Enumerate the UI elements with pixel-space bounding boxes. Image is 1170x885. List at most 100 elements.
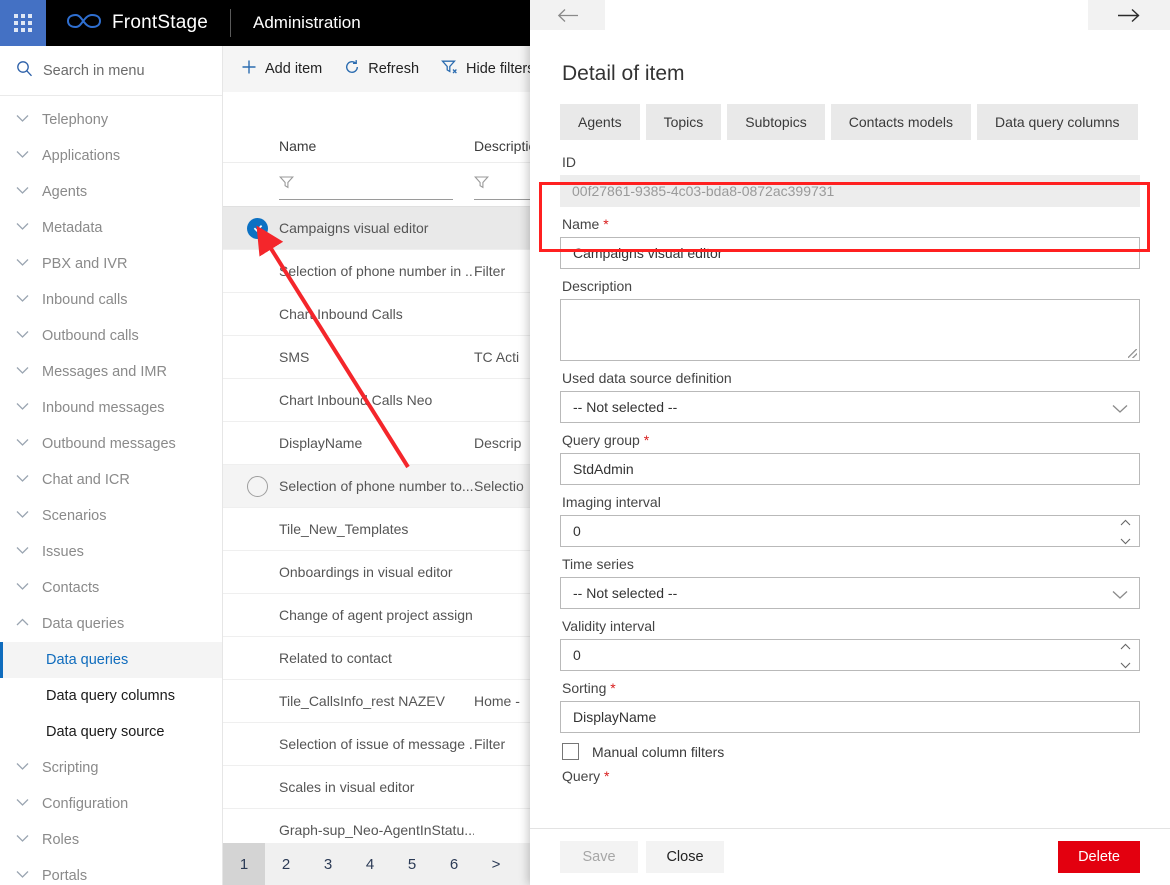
table-row[interactable]: Scales in visual editor — [223, 765, 530, 808]
sidebar-item-outbound-calls[interactable]: Outbound calls — [0, 318, 222, 354]
page-button-5[interactable]: 5 — [391, 843, 433, 885]
table-row[interactable]: SMS TC Acti — [223, 335, 530, 378]
page-button-3[interactable]: 3 — [307, 843, 349, 885]
stepper-arrows-icon[interactable] — [1120, 519, 1131, 545]
search-placeholder: Search in menu — [43, 62, 145, 79]
sidebar-item-label: Chat and ICR — [42, 472, 130, 488]
filter-input-name[interactable] — [278, 170, 453, 200]
table-row[interactable]: Change of agent project assign — [223, 593, 530, 636]
field-label-imaging-interval: Imaging interval — [562, 494, 661, 510]
tab-agents[interactable]: Agents — [560, 104, 640, 140]
chevron-down-icon — [16, 760, 29, 777]
page-button-2[interactable]: 2 — [265, 843, 307, 885]
imaging-interval-stepper[interactable]: 0 — [560, 515, 1140, 547]
refresh-button[interactable]: Refresh — [344, 59, 419, 79]
name-input[interactable]: Campaigns visual editor — [560, 237, 1140, 269]
sidebar-item-inbound-messages[interactable]: Inbound messages — [0, 390, 222, 426]
table-row[interactable]: Related to contact — [223, 636, 530, 679]
field-name-group: Name * Campaigns visual editor — [560, 216, 1140, 269]
brand[interactable]: FrontStage — [46, 0, 230, 46]
sidebar-item-applications[interactable]: Applications — [0, 138, 222, 174]
arrow-left-icon[interactable] — [530, 0, 605, 30]
description-textarea[interactable] — [560, 299, 1140, 361]
field-datasource-group: Used data source definition -- Not selec… — [560, 370, 1140, 423]
chevron-down-icon — [16, 868, 29, 885]
time-series-select[interactable]: -- Not selected -- — [560, 577, 1140, 609]
sidebar-subitem-data-query-source[interactable]: Data query source — [0, 714, 222, 750]
save-button[interactable]: Save — [560, 841, 638, 873]
table-row[interactable]: Onboardings in visual editor — [223, 550, 530, 593]
table-row[interactable]: Campaigns visual editor — [223, 206, 530, 249]
field-label-query: Query * — [562, 768, 610, 784]
checkbox-box[interactable] — [562, 743, 579, 760]
tab-topics[interactable]: Topics — [645, 104, 722, 140]
field-querygroup-group: Query group * StdAdmin — [560, 432, 1140, 485]
sidebar-item-inbound-calls[interactable]: Inbound calls — [0, 282, 222, 318]
sidebar-subitem-data-query-columns[interactable]: Data query columns — [0, 678, 222, 714]
validity-interval-stepper[interactable]: 0 — [560, 639, 1140, 671]
row-checkbox[interactable] — [247, 475, 268, 497]
sidebar-item-outbound-messages[interactable]: Outbound messages — [0, 426, 222, 462]
field-timeseries-group: Time series -- Not selected -- — [560, 556, 1140, 609]
page-button-6[interactable]: 6 — [433, 843, 475, 885]
filter-icon[interactable] — [473, 175, 490, 194]
query-group-input[interactable]: StdAdmin — [560, 453, 1140, 485]
detail-title: Detail of item — [562, 62, 685, 85]
manual-column-filters-checkbox[interactable]: Manual column filters — [562, 743, 1140, 760]
table-row[interactable]: Tile_New_Templates — [223, 507, 530, 550]
imaging-interval-value: 0 — [573, 523, 581, 539]
table-row[interactable]: Chart Inbound Calls — [223, 292, 530, 335]
sidebar-item-portals[interactable]: Portals — [0, 858, 222, 885]
page-button-4[interactable]: 4 — [349, 843, 391, 885]
detail-panel: Detail of item Agents Topics Subtopics Cont… — [530, 0, 1170, 885]
table-row[interactable]: Chart Inbound Calls Neo — [223, 378, 530, 421]
sidebar-item-agents[interactable]: Agents — [0, 174, 222, 210]
search-input[interactable]: Search in menu — [0, 46, 222, 96]
delete-button[interactable]: Delete — [1058, 841, 1140, 873]
cell-name: DisplayName — [279, 435, 363, 451]
sidebar-item-label: Contacts — [42, 580, 100, 596]
sidebar-item-issues[interactable]: Issues — [0, 534, 222, 570]
add-item-button[interactable]: Add item — [241, 59, 322, 79]
column-header-description[interactable]: Description — [474, 138, 530, 154]
column-header-name[interactable]: Name — [279, 138, 474, 154]
sidebar-item-scenarios[interactable]: Scenarios — [0, 498, 222, 534]
arrow-right-icon[interactable] — [1088, 0, 1170, 30]
table-row[interactable]: Selection of phone number to... Selectio — [223, 464, 530, 507]
validity-interval-value: 0 — [573, 647, 581, 663]
sidebar-item-contacts[interactable]: Contacts — [0, 570, 222, 606]
sidebar-item-messages-and-imr[interactable]: Messages and IMR — [0, 354, 222, 390]
page-button-1[interactable]: 1 — [223, 843, 265, 885]
stepper-arrows-icon[interactable] — [1120, 643, 1131, 669]
sidebar-item-scripting[interactable]: Scripting — [0, 750, 222, 786]
table-row[interactable]: Selection of phone number in ... Filter — [223, 249, 530, 292]
table-row[interactable]: DisplayName Descrip — [223, 421, 530, 464]
sidebar-item-chat-and-icr[interactable]: Chat and ICR — [0, 462, 222, 498]
used-data-source-select[interactable]: -- Not selected -- — [560, 391, 1140, 423]
hide-filters-button[interactable]: Hide filters — [441, 59, 530, 79]
filter-icon[interactable] — [278, 175, 295, 194]
tab-contacts-models[interactable]: Contacts models — [830, 104, 972, 140]
sidebar-item-configuration[interactable]: Configuration — [0, 786, 222, 822]
sidebar-item-roles[interactable]: Roles — [0, 822, 222, 858]
filter-input-description[interactable] — [473, 170, 530, 200]
field-label-id: ID — [562, 154, 576, 170]
app-launcher-icon[interactable] — [0, 0, 46, 46]
close-button[interactable]: Close — [646, 841, 724, 873]
sidebar-item-metadata[interactable]: Metadata — [0, 210, 222, 246]
next-page-button[interactable]: > — [475, 843, 517, 885]
sidebar-subitem-data-queries[interactable]: Data queries — [0, 642, 222, 678]
plus-icon — [241, 59, 257, 79]
tab-subtopics[interactable]: Subtopics — [727, 104, 825, 140]
cell-name: Selection of issue of message ... — [279, 736, 474, 752]
tab-data-query-columns[interactable]: Data query columns — [977, 104, 1138, 140]
sidebar-item-pbx-and-ivr[interactable]: PBX and IVR — [0, 246, 222, 282]
sidebar-item-telephony[interactable]: Telephony — [0, 102, 222, 138]
sidebar-item-data-queries[interactable]: Data queries — [0, 606, 222, 642]
table-row[interactable]: Tile_CallsInfo_rest NAZEV Home - — [223, 679, 530, 722]
sorting-input[interactable]: DisplayName — [560, 701, 1140, 733]
table-row[interactable]: Selection of issue of message ... Filter — [223, 722, 530, 765]
chevron-down-icon — [16, 796, 29, 813]
app-launcher-grid — [14, 14, 32, 32]
row-checkbox-checked[interactable] — [247, 217, 268, 239]
